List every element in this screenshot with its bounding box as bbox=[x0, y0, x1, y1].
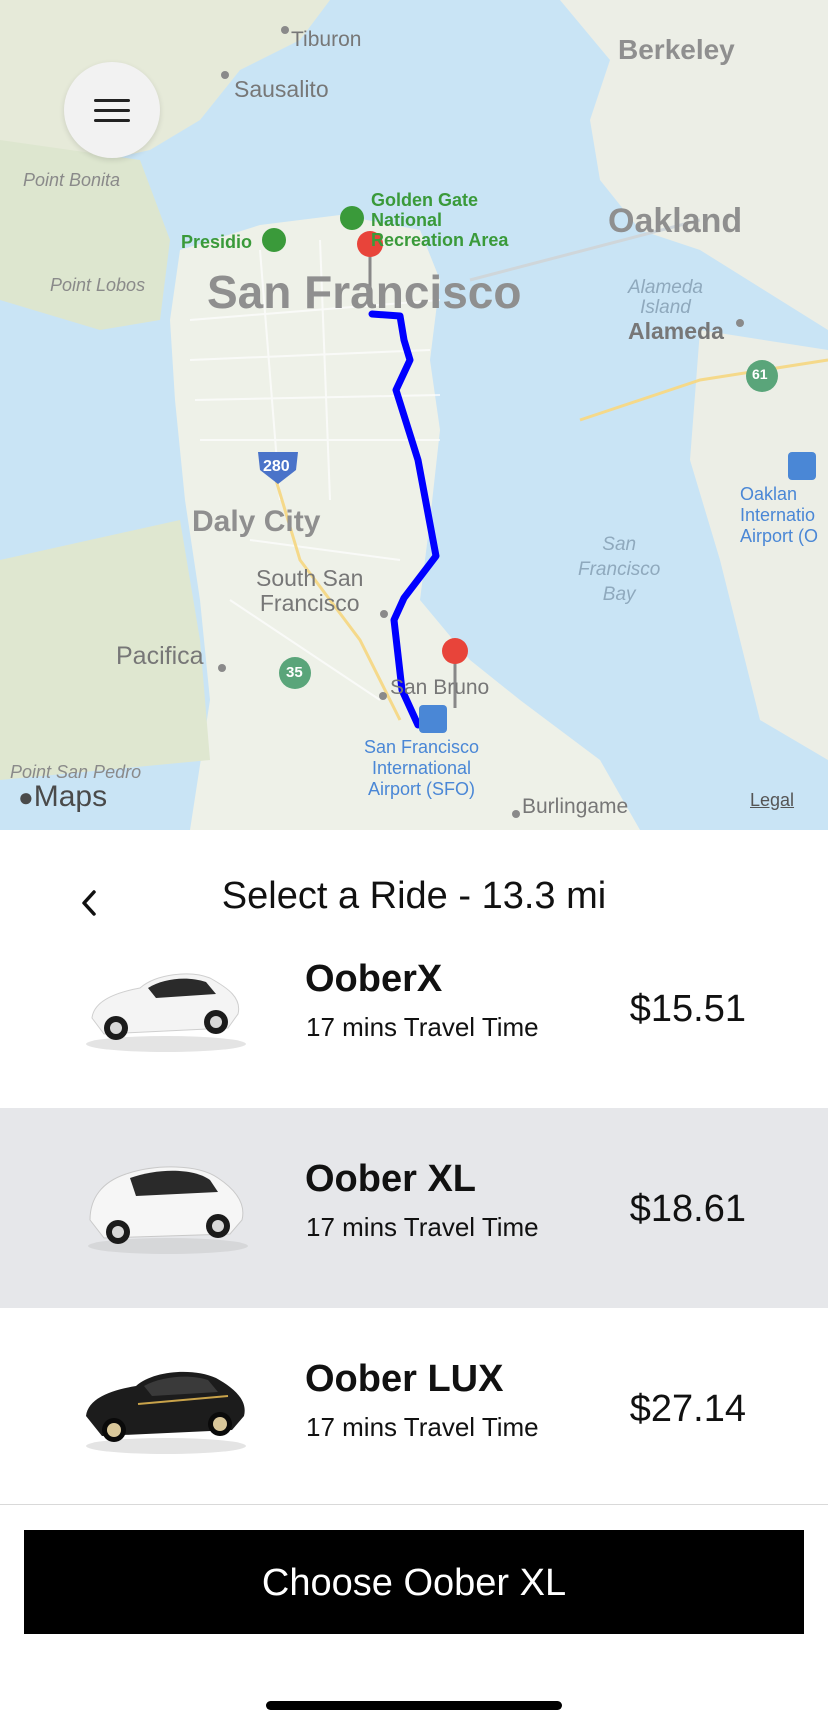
ride-option-oober-lux[interactable]: Oober LUX 17 mins Travel Time $27.14 bbox=[0, 1308, 828, 1508]
ride-option-ooberx[interactable]: OoberX 17 mins Travel Time $15.51 bbox=[0, 908, 828, 1108]
map-label-point-lobos: Point Lobos bbox=[50, 275, 146, 295]
map-label-sausalito: Sausalito bbox=[234, 76, 329, 102]
presidio-park-icon bbox=[262, 228, 286, 252]
map-label-south-sf: South San Francisco bbox=[256, 565, 364, 616]
ride-price: $27.14 bbox=[629, 1388, 746, 1430]
map-label-berkeley: Berkeley bbox=[618, 34, 735, 65]
map-label-alameda: Alameda bbox=[628, 318, 724, 344]
map-label-highway-35: 35 bbox=[286, 664, 303, 681]
home-indicator[interactable] bbox=[266, 1701, 562, 1710]
golden-gate-park-icon bbox=[340, 206, 364, 230]
map-label-san-bruno: San Bruno bbox=[390, 676, 490, 699]
ride-name: Oober XL bbox=[305, 1158, 477, 1200]
menu-button[interactable] bbox=[64, 62, 160, 158]
map-label-alameda-island: Alameda Island bbox=[628, 277, 703, 318]
divider bbox=[0, 1504, 828, 1505]
hamburger-menu-icon bbox=[94, 99, 130, 102]
map-label-sfo: San Francisco International Airport (SFO… bbox=[364, 737, 480, 799]
map-label-pacifica: Pacifica bbox=[116, 642, 204, 670]
sedan-white-icon bbox=[78, 948, 253, 1058]
map-label-burlingame: Burlingame bbox=[522, 795, 629, 818]
map-view[interactable]: Tiburon Berkeley Sausalito Point Bonita … bbox=[0, 0, 828, 830]
ride-price: $15.51 bbox=[629, 988, 746, 1030]
map-label-tiburon: Tiburon bbox=[291, 28, 362, 51]
apple-logo-icon: ● bbox=[18, 782, 34, 812]
map-label-presidio: Presidio bbox=[181, 232, 253, 252]
map-label-san-francisco: San Francisco bbox=[207, 266, 522, 318]
choose-ride-button[interactable]: Choose Oober XL bbox=[24, 1530, 804, 1634]
ride-name: OoberX bbox=[305, 958, 443, 1000]
oak-airport-icon bbox=[788, 452, 816, 480]
map-label-oakland-airport: Oaklan Internatio Airport (O bbox=[740, 484, 819, 546]
sedan-black-icon bbox=[78, 1348, 253, 1458]
map-label-golden-gate: Golden Gate National Recreation Area bbox=[371, 190, 509, 250]
map-label-sf-bay: San Francisco Bay bbox=[578, 534, 661, 605]
minivan-white-icon bbox=[78, 1148, 253, 1258]
ride-price: $18.61 bbox=[629, 1188, 746, 1230]
map-label-oakland: Oakland bbox=[608, 202, 743, 240]
map-label-highway-280: 280 bbox=[263, 458, 290, 475]
apple-maps-logo: ●Maps bbox=[18, 780, 108, 813]
sfo-airport-icon bbox=[419, 705, 447, 733]
map-legal-link[interactable]: Legal bbox=[750, 790, 794, 811]
ride-travel-time: 17 mins Travel Time bbox=[306, 1012, 539, 1042]
ride-option-oober-xl[interactable]: Oober XL 17 mins Travel Time $18.61 bbox=[0, 1108, 828, 1308]
map-label-point-bonita: Point Bonita bbox=[23, 170, 121, 190]
ride-travel-time: 17 mins Travel Time bbox=[306, 1412, 539, 1442]
map-label-highway-61: 61 bbox=[752, 366, 768, 382]
ride-name: Oober LUX bbox=[305, 1358, 504, 1400]
ride-travel-time: 17 mins Travel Time bbox=[306, 1212, 539, 1242]
map-label-daly-city: Daly City bbox=[192, 505, 321, 538]
